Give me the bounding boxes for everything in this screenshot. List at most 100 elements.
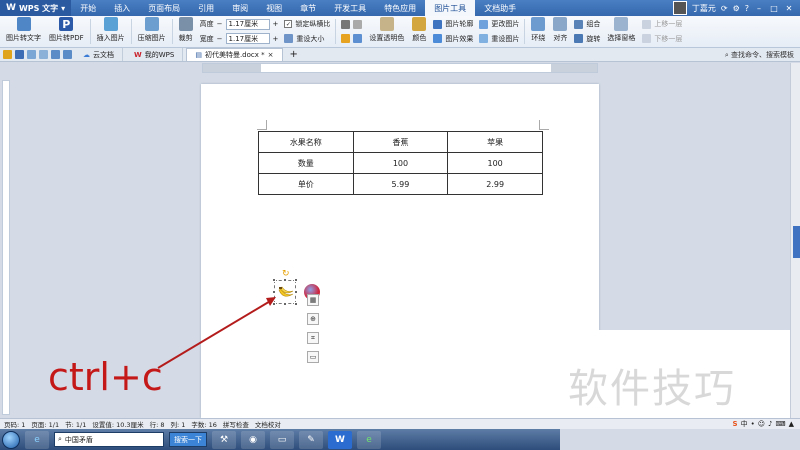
redo-icon[interactable] xyxy=(63,50,72,59)
table-cell[interactable]: 100 xyxy=(352,152,449,174)
start-button[interactable] xyxy=(2,430,20,449)
chinese-mode-icon[interactable]: 中 xyxy=(741,419,748,429)
tab-my-wps[interactable]: W 我的WPS xyxy=(126,48,184,61)
frame-icon[interactable]: ▭ xyxy=(307,351,319,363)
table-cell[interactable]: 水果名称 xyxy=(258,131,354,153)
gear-icon[interactable]: ⚙ xyxy=(733,4,740,13)
group-button[interactable]: 组合 xyxy=(574,18,600,31)
taskbar-search-input[interactable]: ⌕ 中国矛盾 xyxy=(54,432,164,447)
save-icon[interactable] xyxy=(15,50,24,59)
keyboard-icon[interactable]: ⌨ xyxy=(776,420,786,428)
punctuation-icon[interactable]: • xyxy=(751,420,755,428)
avatar[interactable] xyxy=(672,1,687,15)
menu-item-picture-tools[interactable]: 图片工具 xyxy=(425,0,476,16)
plus-icon[interactable]: + xyxy=(273,35,279,43)
picture-effect-button[interactable]: 图片效果 xyxy=(433,32,473,45)
shirt-icon[interactable]: ▲ xyxy=(789,420,794,428)
table-cell[interactable]: 苹果 xyxy=(447,131,543,153)
taskbar-search-button[interactable]: 搜索一下 xyxy=(169,432,207,447)
table-cell[interactable]: 香蕉 xyxy=(352,131,449,153)
scroll-thumb[interactable] xyxy=(793,226,800,258)
app-menu-button[interactable]: W WPS 文字 ▾ xyxy=(0,0,72,16)
crop-button[interactable]: 裁剪 xyxy=(175,16,197,47)
resize-handle[interactable] xyxy=(294,302,298,306)
new-tab-button[interactable]: + xyxy=(286,49,302,60)
reset-picture-button[interactable]: 重设图片 xyxy=(479,32,519,45)
bulb-icon[interactable] xyxy=(341,34,351,44)
menu-item-start[interactable]: 开始 xyxy=(71,0,105,16)
preview-icon[interactable] xyxy=(39,50,48,59)
status-words[interactable]: 字数: 16 xyxy=(191,419,217,429)
status-proof[interactable]: 文档校对 xyxy=(255,419,281,429)
picture-outline-button[interactable]: 图片轮廓 xyxy=(433,18,473,31)
crop-icon[interactable]: ⌗ xyxy=(307,332,319,344)
chart-icon[interactable]: ▦ xyxy=(307,294,319,306)
table-cell[interactable]: 2.99 xyxy=(447,173,543,195)
send-backward-button[interactable]: 下移一层 xyxy=(642,32,682,45)
ie-taskbar-icon[interactable]: e xyxy=(357,430,381,449)
ie-icon[interactable]: e xyxy=(25,430,49,449)
horizontal-ruler[interactable] xyxy=(202,63,598,73)
table-cell[interactable]: 5.99 xyxy=(352,173,449,195)
resize-handle[interactable] xyxy=(294,290,298,294)
minus-icon[interactable]: − xyxy=(217,35,223,43)
insert-picture-button[interactable]: 插入图片 xyxy=(93,16,129,47)
sync-icon[interactable]: ⟳ xyxy=(721,4,728,13)
menu-item-review[interactable]: 审阅 xyxy=(223,0,257,16)
fruit-table[interactable]: 水果名称 香蕉 苹果 数量 100 100 单价 5.99 2.99 xyxy=(258,131,543,195)
paint-icon[interactable]: ✎ xyxy=(299,430,323,449)
resize-handle[interactable] xyxy=(272,302,276,306)
resize-handle[interactable] xyxy=(294,278,298,282)
minimize-button[interactable]: – xyxy=(754,4,764,13)
contrast-icon[interactable] xyxy=(353,19,363,29)
pic-to-text-button[interactable]: 图片转文字 xyxy=(2,16,45,47)
close-button[interactable]: ✕ xyxy=(784,4,794,13)
close-icon[interactable]: × xyxy=(268,51,274,59)
select-pane-button[interactable]: 选择窗格 xyxy=(603,16,639,47)
search-command-input[interactable]: ⌕ 查找命令、搜索模板 xyxy=(725,50,800,60)
emoji-icon[interactable]: ☺ xyxy=(758,420,765,428)
banana-picture[interactable] xyxy=(272,278,298,306)
chrome-icon[interactable]: ◉ xyxy=(241,430,265,449)
undo-icon[interactable] xyxy=(51,50,60,59)
print-icon[interactable] xyxy=(27,50,36,59)
maximize-button[interactable]: □ xyxy=(769,4,779,13)
table-cell[interactable]: 100 xyxy=(447,152,543,174)
menu-item-doc-assistant[interactable]: 文档助手 xyxy=(475,0,525,16)
resize-handle[interactable] xyxy=(272,278,276,282)
menu-item-page-layout[interactable]: 页面布局 xyxy=(139,0,189,16)
folder-icon[interactable]: ▭ xyxy=(270,430,294,449)
compress-picture-button[interactable]: 压缩图片 xyxy=(134,16,170,47)
set-transparent-button[interactable]: 设置透明色 xyxy=(365,16,408,47)
menu-item-view[interactable]: 视图 xyxy=(257,0,291,16)
mic-icon[interactable]: ♪ xyxy=(768,420,772,428)
bring-forward-button[interactable]: 上移一层 xyxy=(642,18,682,31)
help-icon[interactable]: ? xyxy=(745,4,749,13)
resize-handle[interactable] xyxy=(272,290,276,294)
resize-handle[interactable] xyxy=(283,302,287,306)
status-spell-check[interactable]: 拼写检查 xyxy=(223,419,249,429)
menu-item-developer[interactable]: 开发工具 xyxy=(325,0,375,16)
align-button[interactable]: 对齐 xyxy=(549,16,571,47)
zoom-icon[interactable]: ⊕ xyxy=(307,313,319,325)
wrap-button[interactable]: 环绕 xyxy=(527,16,549,47)
minus-icon[interactable]: − xyxy=(217,20,223,28)
tab-cloud-docs[interactable]: ☁ 云文档 xyxy=(75,48,123,61)
sogou-icon[interactable]: S xyxy=(733,420,738,428)
tools-icon[interactable]: ⚒ xyxy=(212,430,236,449)
plus-icon[interactable]: + xyxy=(273,20,279,28)
table-cell[interactable]: 单价 xyxy=(258,173,354,195)
open-folder-icon[interactable] xyxy=(3,50,12,59)
menu-item-references[interactable]: 引用 xyxy=(189,0,223,16)
pic-to-pdf-button[interactable]: P 图片转PDF xyxy=(45,16,88,47)
menu-item-chapter[interactable]: 章节 xyxy=(291,0,325,16)
document-page[interactable]: 水果名称 香蕉 苹果 数量 100 100 单价 5.99 2.99 ↻ ▦ ⊕… xyxy=(201,84,599,418)
lock-ratio-checkbox[interactable]: ✓ 锁定纵横比 xyxy=(284,18,330,31)
brightness-icon[interactable] xyxy=(341,19,351,29)
reset-size-button[interactable]: 重设大小 xyxy=(284,32,330,45)
tab-document[interactable]: ▤ 初代美特曼.docx * × xyxy=(186,48,283,61)
vertical-ruler[interactable] xyxy=(2,80,10,415)
width-input[interactable]: 1.17厘米 xyxy=(225,33,270,45)
height-input[interactable]: 1.17厘米 xyxy=(225,18,270,30)
table-cell[interactable]: 数量 xyxy=(258,152,354,174)
